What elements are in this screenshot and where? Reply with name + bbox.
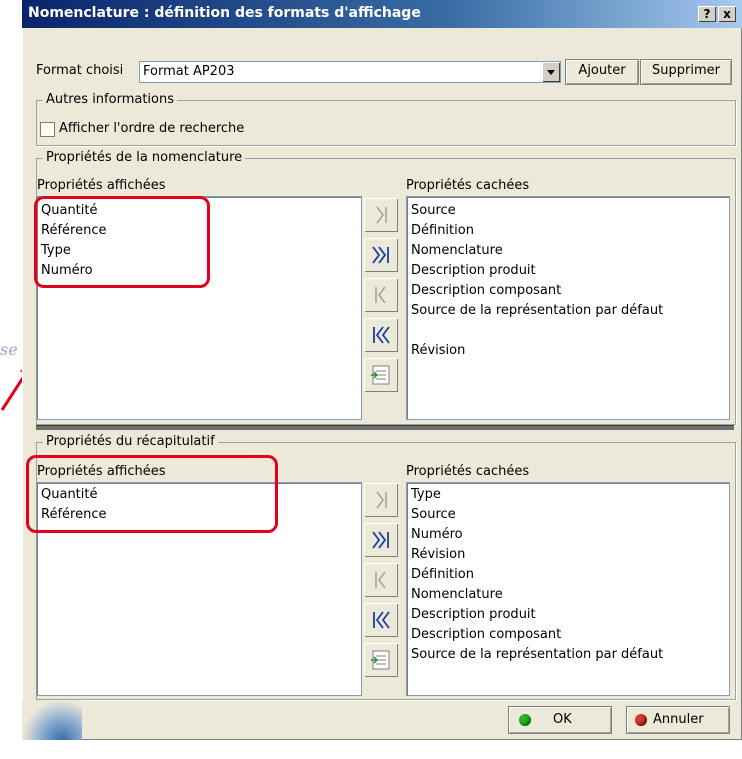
ok-label: OK xyxy=(553,712,572,727)
move-all-left-icon xyxy=(373,611,390,629)
summary-move-all-left-button[interactable] xyxy=(364,603,398,637)
list-item[interactable]: Source xyxy=(411,505,456,525)
move-all-left-button[interactable] xyxy=(364,318,398,352)
list-item[interactable]: Description composant xyxy=(411,625,561,645)
list-item[interactable]: Description produit xyxy=(411,261,536,281)
cancel-button[interactable]: Annuler xyxy=(626,706,730,734)
summary-hidden-header: Propriétés cachées xyxy=(406,464,530,479)
list-item[interactable]: Définition xyxy=(411,565,474,585)
list-icon xyxy=(371,650,390,670)
format-definition-dialog: Nomenclature : définition des formats d'… xyxy=(22,0,742,740)
list-item[interactable]: Description produit xyxy=(411,605,536,625)
move-all-left-icon xyxy=(373,326,390,344)
list-item[interactable]: Nomenclature xyxy=(411,241,503,261)
summary-move-one-right-button[interactable] xyxy=(364,483,398,517)
cancel-label: Annuler xyxy=(653,712,704,727)
move-right-icon xyxy=(376,206,387,224)
list-item[interactable]: Source xyxy=(411,201,456,221)
list-item[interactable]: Source de la représentation par défaut xyxy=(411,301,663,321)
cancel-icon xyxy=(635,714,647,726)
list-item[interactable]: Définition xyxy=(411,221,474,241)
summary-properties-legend: Propriétés du récapitulatif xyxy=(43,434,218,449)
delete-format-button[interactable]: Supprimer xyxy=(640,59,732,85)
list-item[interactable]: Type xyxy=(411,485,441,505)
summary-reorder-button[interactable] xyxy=(364,643,398,677)
other-info-legend: Autres informations xyxy=(43,92,177,107)
move-all-right-button[interactable] xyxy=(364,238,398,272)
title-bar[interactable]: Nomenclature : définition des formats d'… xyxy=(22,0,742,28)
bom-hidden-header: Propriétés cachées xyxy=(406,178,530,193)
show-search-order-checkbox[interactable] xyxy=(40,122,55,137)
summary-move-one-left-button[interactable] xyxy=(364,563,398,597)
highlight-annotation xyxy=(34,196,210,288)
move-right-icon xyxy=(376,491,387,509)
reorder-button[interactable] xyxy=(364,358,398,392)
list-icon xyxy=(371,365,390,385)
ok-button[interactable]: OK xyxy=(508,706,612,734)
summary-move-all-right-button[interactable] xyxy=(364,523,398,557)
move-all-right-icon xyxy=(372,246,389,264)
summary-hidden-list[interactable]: Type Source Numéro Révision Définition N… xyxy=(406,482,730,696)
highlight-annotation xyxy=(26,455,278,533)
show-search-order-label: Afficher l'ordre de recherche xyxy=(59,121,245,136)
bom-properties-legend: Propriétés de la nomenclature xyxy=(43,150,246,165)
decorative-background xyxy=(22,700,82,740)
list-item[interactable]: Nomenclature xyxy=(411,585,503,605)
list-item[interactable]: Source de la représentation par défaut xyxy=(411,645,663,665)
list-item[interactable]: Numéro xyxy=(411,525,463,545)
ok-icon xyxy=(519,714,531,726)
move-one-right-button[interactable] xyxy=(364,198,398,232)
window-title: Nomenclature : définition des formats d'… xyxy=(28,5,421,21)
move-left-icon xyxy=(375,286,386,304)
format-label: Format choisi xyxy=(36,63,124,78)
help-button[interactable]: ? xyxy=(698,6,716,22)
move-left-icon xyxy=(375,571,386,589)
format-select[interactable]: Format AP203 xyxy=(139,61,561,83)
list-item[interactable]: Révision xyxy=(411,341,465,361)
list-item[interactable]: Révision xyxy=(411,545,465,565)
move-one-left-button[interactable] xyxy=(364,278,398,312)
move-all-right-icon xyxy=(372,531,389,549)
splitter[interactable] xyxy=(36,425,734,430)
list-item[interactable]: Description composant xyxy=(411,281,561,301)
add-format-button[interactable]: Ajouter xyxy=(565,59,639,85)
format-select-value: Format AP203 xyxy=(143,64,235,79)
bom-displayed-header: Propriétés affichées xyxy=(37,178,166,193)
bom-hidden-list[interactable]: Source Définition Nomenclature Descripti… xyxy=(406,196,730,420)
close-button[interactable]: x xyxy=(718,6,736,22)
chevron-down-icon[interactable] xyxy=(542,62,560,82)
